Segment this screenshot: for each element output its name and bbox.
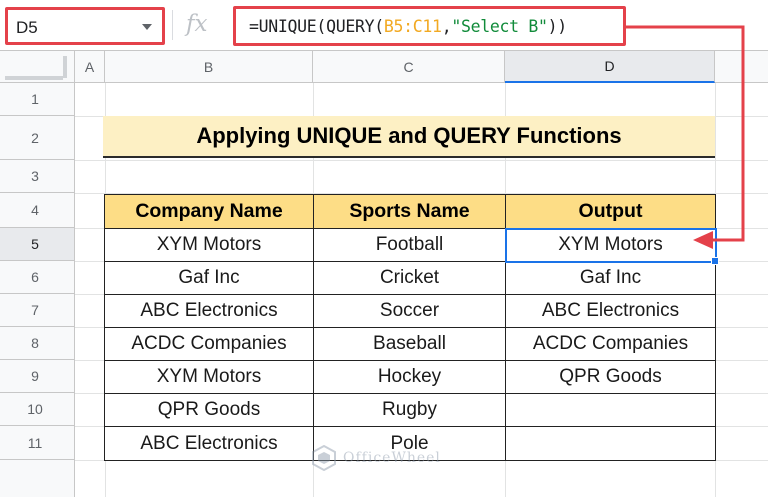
annotation-arrow [626,25,745,249]
watermark-text: OfficeWheel [343,450,441,466]
officewheel-logo-icon [312,445,336,471]
arrow-line [626,25,745,242]
watermark: OfficeWheel [311,440,471,476]
arrow-head-icon [693,231,713,249]
